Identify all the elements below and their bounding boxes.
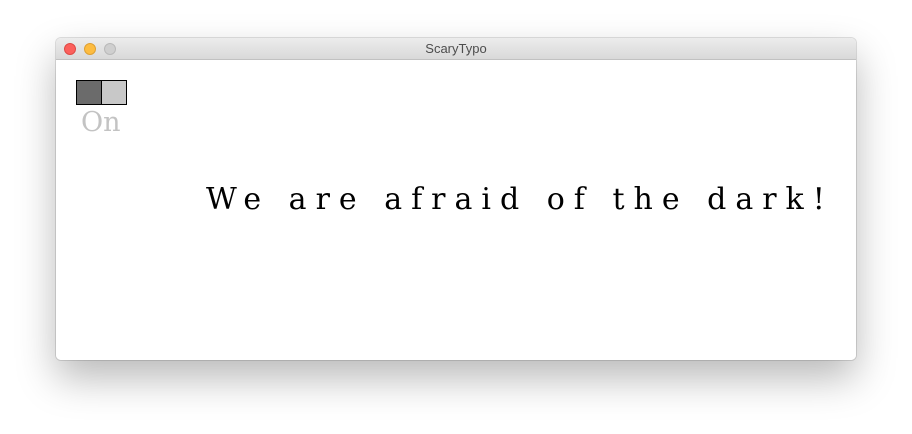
toggle-on-segment bbox=[77, 81, 102, 104]
scary-text: We are afraid of the dark! bbox=[206, 182, 834, 217]
dark-mode-toggle[interactable] bbox=[76, 80, 127, 105]
desktop: ScaryTypo On We are afraid of the dark! bbox=[0, 0, 912, 434]
title-bar[interactable]: ScaryTypo bbox=[56, 38, 856, 60]
toggle-label: On bbox=[81, 107, 121, 138]
window-title: ScaryTypo bbox=[425, 41, 487, 56]
window-content: On We are afraid of the dark! bbox=[56, 60, 856, 360]
app-window: ScaryTypo On We are afraid of the dark! bbox=[56, 38, 856, 360]
toggle-off-segment bbox=[102, 81, 126, 104]
